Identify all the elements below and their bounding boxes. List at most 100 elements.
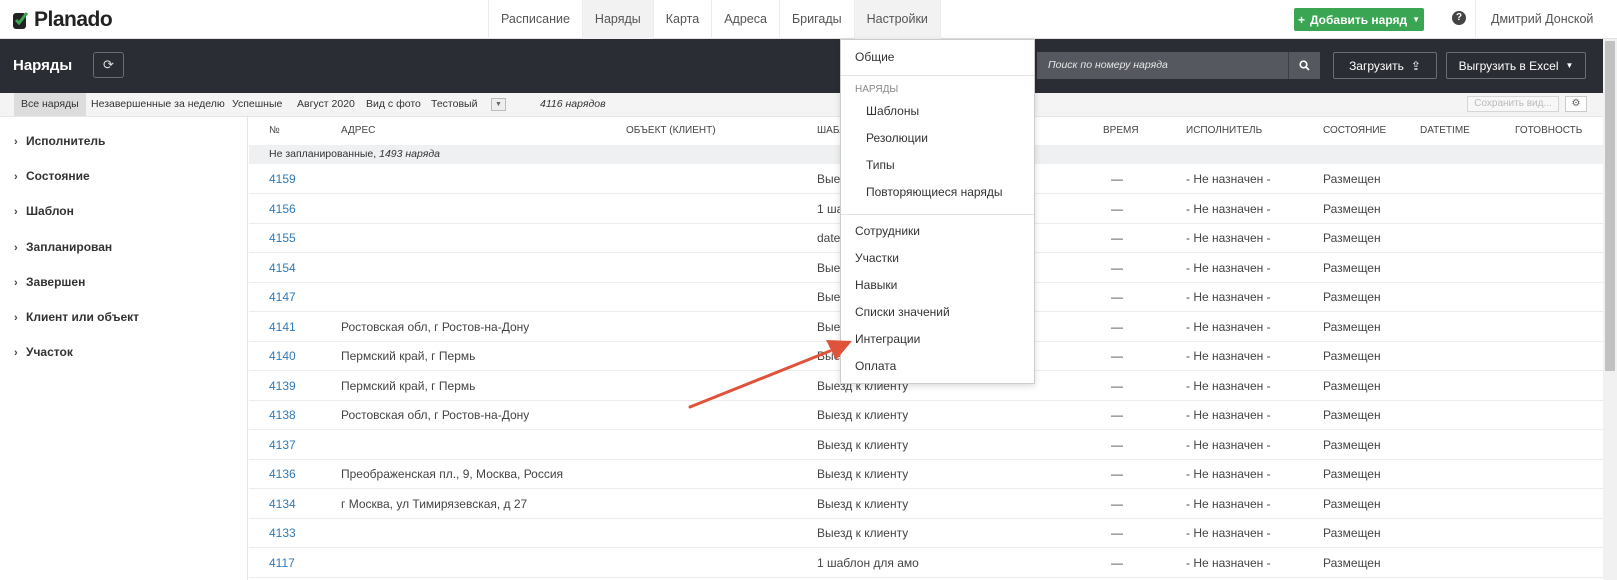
export-excel-button[interactable]: Выгрузить в Excel ▼ (1446, 52, 1586, 79)
filter-territory[interactable]: › Участок (14, 342, 73, 362)
column-header-status[interactable]: Состояние (1323, 117, 1386, 144)
view-test[interactable]: Тестовый (431, 93, 477, 116)
nav-schedule[interactable]: Расписание (488, 0, 582, 39)
nav-map[interactable]: Карта (652, 0, 711, 39)
filter-client-object[interactable]: › Клиент или объект (14, 307, 139, 327)
order-number-link[interactable]: 4139 (269, 372, 296, 401)
menu-item-general[interactable]: Общие (841, 45, 1034, 70)
assignee-cell: - Не назначен - (1186, 349, 1271, 363)
time-cell: — (1111, 319, 1123, 334)
menu-item-recurring-orders[interactable]: Повторяющиеся наряды (841, 180, 1034, 205)
order-number-link[interactable]: 4156 (269, 195, 296, 224)
filter-label: Исполнитель (26, 134, 106, 148)
table-row[interactable]: 4117 1 шаблон для амо — - Не назначен - Разм… (249, 549, 1603, 578)
template-cell: Выезд к клиенту (817, 526, 909, 540)
time-cell: — (1111, 467, 1123, 481)
more-views-dropdown[interactable]: ▼ (491, 98, 506, 111)
column-header-time[interactable]: Время (1103, 117, 1139, 144)
menu-item-integrations[interactable]: Интеграции (841, 327, 1034, 352)
upload-button[interactable]: Загрузить ⇪ (1333, 52, 1437, 79)
nav-teams[interactable]: Бригады (778, 0, 854, 39)
template-cell: Выезд к клиенту (817, 408, 909, 422)
menu-item-territories[interactable]: Участки (841, 246, 1034, 271)
table-row[interactable]: 4134 г Москва, ул Тимирязевская, д 27 Выез… (249, 490, 1603, 519)
planado-logo[interactable]: Planado (12, 8, 113, 32)
filter-label: Участок (26, 345, 73, 359)
menu-item-types[interactable]: Типы (841, 153, 1034, 178)
order-number-link[interactable]: 4147 (269, 283, 296, 312)
menu-item-value-lists[interactable]: Списки значений (841, 300, 1034, 325)
help-icon[interactable]: ? (1452, 11, 1466, 25)
menu-item-templates[interactable]: Шаблоны (841, 99, 1034, 124)
column-header-number[interactable]: № (269, 117, 280, 144)
status-cell: Размещен (1323, 378, 1381, 393)
search-button[interactable] (1288, 52, 1320, 79)
app-window: Planado Расписание Наряды Карта Адреса Б… (0, 0, 1617, 580)
status-cell: Размещен (1323, 408, 1381, 422)
order-number-link[interactable]: 4141 (269, 313, 296, 342)
assignee-cell: - Не назначен - (1186, 260, 1271, 275)
view-with-photo[interactable]: Вид с фото (366, 93, 421, 116)
user-menu[interactable]: Дмитрий Донской (1475, 0, 1601, 39)
time-cell: — (1111, 349, 1123, 363)
view-all-orders[interactable]: Все наряды (14, 93, 86, 116)
column-header-object[interactable]: Объект (клиент) (626, 117, 716, 144)
column-header-datetime[interactable]: Datetime (1420, 117, 1470, 144)
nav-settings[interactable]: Настройки (853, 0, 941, 39)
status-cell: Размещен (1323, 260, 1381, 275)
order-number-link[interactable]: 4133 (269, 519, 296, 548)
assignee-cell: - Не назначен - (1186, 290, 1271, 304)
time-cell: — (1111, 555, 1123, 570)
status-cell: Размещен (1323, 555, 1381, 570)
address-cell: Пермский край, г Пермь (341, 349, 476, 363)
page-scrollbar[interactable] (1603, 39, 1617, 580)
table-row[interactable]: 4137 Выезд к клиенту — - Не назначен - Разме… (249, 431, 1603, 460)
template-cell: Выезд к клиенту (817, 437, 909, 452)
filter-completed[interactable]: › Завершен (14, 272, 85, 292)
column-header-readiness[interactable]: Готовность (1515, 117, 1582, 144)
nav-orders[interactable]: Наряды (581, 0, 653, 39)
address-cell: Ростовская обл, г Ростов-на-Дону (341, 408, 530, 422)
menu-item-skills[interactable]: Навыки (841, 273, 1034, 298)
order-number-link[interactable]: 4154 (269, 254, 296, 283)
table-row[interactable]: 4138 Ростовская обл, г Ростов-на-Дону Выез… (249, 401, 1603, 430)
status-cell: Размещен (1323, 437, 1381, 452)
view-august-2020[interactable]: Август 2020 (297, 93, 355, 116)
search-input[interactable]: Поиск по номеру наряда (1037, 52, 1288, 79)
order-number-link[interactable]: 4134 (269, 490, 296, 519)
table-row[interactable]: 4136 Преображенская пл., 9, Москва, Росси… (249, 460, 1603, 489)
gear-icon[interactable]: ⚙ (1565, 96, 1587, 112)
time-cell: — (1111, 437, 1123, 452)
template-cell: 1 шаблон для амо (817, 555, 919, 570)
filter-label: Завершен (26, 275, 86, 289)
caret-down-icon: ▼ (1412, 15, 1421, 24)
order-search: Поиск по номеру наряда (1037, 52, 1320, 79)
add-order-button[interactable]: + Добавить наряд ▼ (1294, 8, 1424, 31)
order-number-link[interactable]: 4140 (269, 342, 296, 371)
filter-label: Запланирован (26, 240, 113, 254)
order-number-link[interactable]: 4137 (269, 431, 296, 460)
view-unfinished-week[interactable]: Незавершенные за неделю (91, 93, 225, 116)
menu-item-resolutions[interactable]: Резолюции (841, 126, 1034, 151)
view-successful[interactable]: Успешные (232, 93, 282, 116)
order-number-link[interactable]: 4155 (269, 224, 296, 253)
column-header-assignee[interactable]: Исполнитель (1186, 117, 1262, 144)
chevron-right-icon: › (14, 242, 18, 254)
menu-item-payment[interactable]: Оплата (841, 354, 1034, 379)
order-number-link[interactable]: 4136 (269, 460, 296, 489)
scrollbar-thumb[interactable] (1605, 41, 1615, 371)
order-number-link[interactable]: 4138 (269, 401, 296, 430)
refresh-button[interactable]: ⟳ (93, 52, 124, 78)
filter-template[interactable]: › Шаблон (14, 201, 74, 221)
column-header-address[interactable]: Адрес (341, 117, 375, 144)
filter-assignee[interactable]: › Исполнитель (14, 131, 105, 151)
menu-item-employees[interactable]: Сотрудники (841, 219, 1034, 244)
filter-scheduled[interactable]: › Запланирован (14, 237, 112, 257)
filter-status[interactable]: › Состояние (14, 166, 90, 186)
table-row[interactable]: 4133 Выезд к клиенту — - Не назначен - Разме… (249, 519, 1603, 548)
order-number-link[interactable]: 4117 (269, 549, 295, 578)
order-number-link[interactable]: 4159 (269, 165, 296, 194)
save-view-button[interactable]: Сохранить вид... (1467, 96, 1559, 112)
nav-addresses[interactable]: Адреса (711, 0, 779, 39)
upload-label: Загрузить (1349, 58, 1404, 73)
